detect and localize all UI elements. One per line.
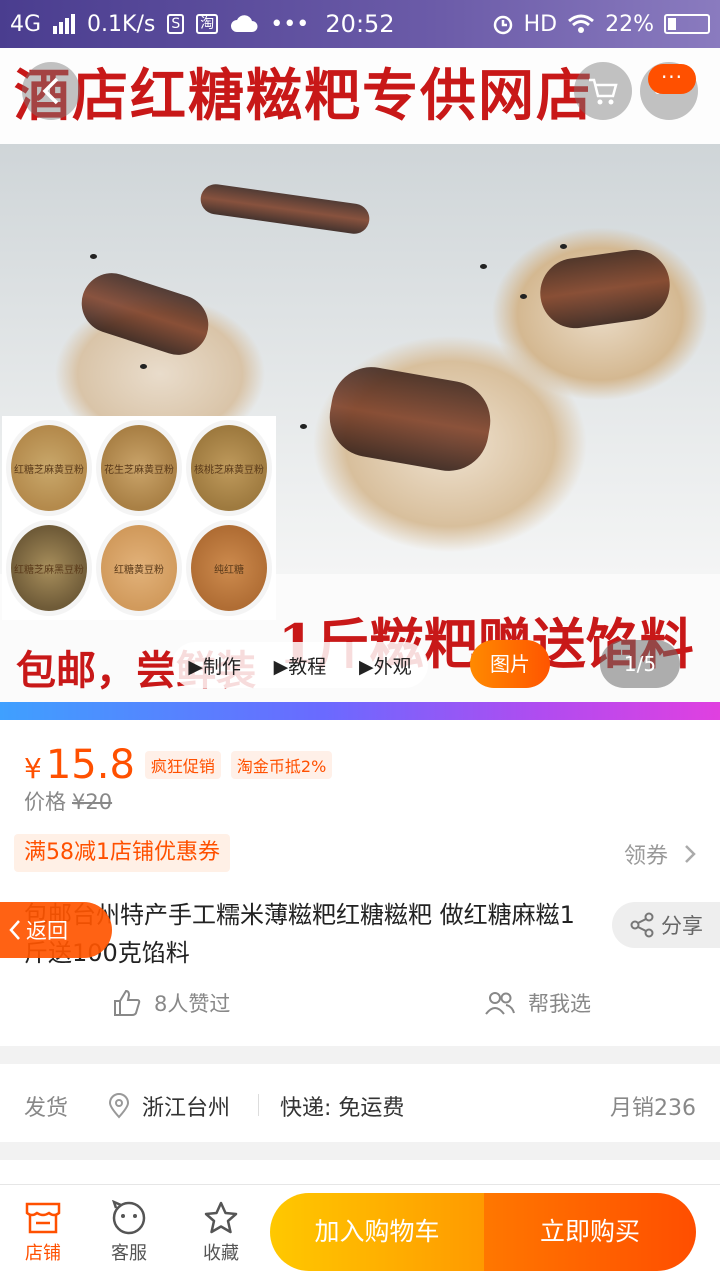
page-indicator: 1/5 [600, 640, 680, 688]
product-gallery[interactable]: 酒店红糖糍粑专供网店 红糖芝麻黄豆粉 花生芝麻黄豆粉 核桃芝麻黄豆粉 红糖芝麻黑… [0, 48, 720, 702]
get-coupon-label: 领券 [623, 844, 668, 869]
filling-thumbnails: 红糖芝麻黄豆粉 花生芝麻黄豆粉 核桃芝麻黄豆粉 红糖芝麻黑豆粉 红糖黄豆粉 纯红… [2, 416, 276, 620]
tab-make-video[interactable]: ▶制作 [188, 652, 241, 679]
express-info: 快递: 免运费 [280, 1096, 405, 1121]
return-button[interactable]: 返回 [0, 902, 112, 958]
product-info: ¥ 15.8 疯狂促销 淘金币抵2% 价格 ¥20 满58减1店铺优惠券 领券 包… [0, 720, 720, 1046]
share-button[interactable]: 分享 [612, 902, 720, 948]
favorite-button[interactable]: 收藏 [186, 1197, 256, 1265]
current-price: 15.8 [45, 742, 135, 788]
shop-label: 店铺 [25, 1243, 61, 1264]
get-coupon-link[interactable]: 领券 [624, 838, 696, 870]
promo-tag: 疯狂促销 [144, 751, 221, 779]
customer-service-label: 客服 [111, 1243, 147, 1264]
coupon-badge[interactable]: 满58减1店铺优惠券 [14, 834, 230, 872]
cart-icon [589, 78, 618, 105]
chevron-right-icon [685, 845, 696, 863]
divider [258, 1094, 259, 1116]
people-icon [485, 992, 515, 1015]
help-choose-label: 帮我选 [528, 992, 591, 1016]
customer-service-button[interactable]: 客服 [94, 1197, 164, 1265]
ship-location-text: 浙江台州 [142, 1096, 231, 1121]
decorative-gradient-bar [0, 702, 720, 720]
star-icon [204, 1201, 238, 1234]
filling-thumb: 红糖芝麻黄豆粉 [6, 420, 92, 516]
shipping-row[interactable]: 发货 浙江台州 快递: 免运费 月销236 [0, 1064, 720, 1142]
next-section-edge [0, 1160, 720, 1184]
original-price-label: 价格 [24, 790, 66, 814]
shop-button[interactable]: 店铺 [8, 1197, 78, 1265]
battery-icon [664, 14, 710, 34]
bottom-action-bar: 店铺 客服 收藏 加入购物车 立即购买 [0, 1184, 720, 1280]
favorite-label: 收藏 [203, 1243, 239, 1264]
back-arrow-button[interactable] [22, 62, 80, 120]
location-pin-icon [108, 1093, 130, 1119]
tab-tutorial-video[interactable]: ▶教程 [274, 652, 327, 679]
add-to-cart-button[interactable]: 加入购物车 [270, 1193, 484, 1271]
tab-appearance-video[interactable]: ▶外观 [359, 652, 412, 679]
currency-symbol: ¥ [24, 752, 42, 785]
filling-thumb: 花生芝麻黄豆粉 [96, 420, 182, 516]
chat-face-icon [112, 1200, 146, 1235]
original-price: 价格 ¥20 [24, 786, 112, 816]
clock: 20:52 [325, 10, 395, 38]
share-icon [630, 912, 654, 938]
help-choose-button[interactable]: 帮我选 [484, 988, 591, 1018]
picture-tab-button[interactable]: 图片 [470, 640, 550, 688]
chevron-left-icon [9, 920, 20, 940]
cart-button[interactable] [574, 62, 632, 120]
original-price-value: ¥20 [72, 790, 113, 814]
thumbs-up-icon [114, 989, 141, 1016]
likes-count: 8人赞过 [154, 992, 231, 1016]
return-label: 返回 [26, 919, 68, 943]
price-row: ¥ 15.8 疯狂促销 淘金币抵2% [24, 742, 333, 788]
video-tabs: ▶制作 ▶教程 ▶外观 [172, 642, 428, 688]
filling-thumb: 核桃芝麻黄豆粉 [186, 420, 272, 516]
shop-icon [25, 1202, 61, 1234]
share-label: 分享 [661, 914, 703, 938]
buy-now-button[interactable]: 立即购买 [484, 1193, 696, 1271]
message-badge[interactable]: ··· [648, 64, 696, 94]
coin-tag: 淘金币抵2% [230, 751, 333, 779]
status-bar: 4G 0.1K/s S 淘 ••• 20:52 HD 22% [0, 0, 720, 48]
shipping-label: 发货 [24, 1096, 69, 1121]
likes-button[interactable]: 8人赞过 [112, 988, 230, 1018]
chevron-left-icon [42, 77, 59, 105]
ship-location: 浙江台州 [108, 1090, 230, 1122]
monthly-sales: 月销236 [610, 1096, 696, 1121]
